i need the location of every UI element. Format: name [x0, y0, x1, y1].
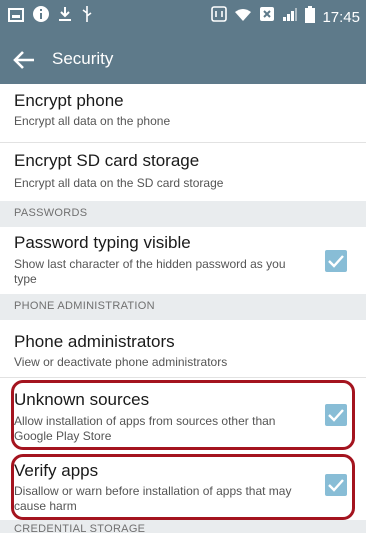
- phone-administrators-title: Phone administrators: [14, 332, 175, 351]
- encrypt-sd-item[interactable]: Encrypt SD card storage Encrypt all data…: [0, 143, 366, 201]
- password-visible-summary: Show last character of the hidden passwo…: [14, 257, 286, 286]
- section-phone-administration-label: PHONE ADMINISTRATION: [14, 300, 155, 312]
- unknown-sources-title: Unknown sources: [14, 390, 150, 409]
- screenshot-icon: [8, 6, 24, 30]
- verify-apps-title: Verify apps: [14, 461, 99, 480]
- divider: [0, 377, 366, 378]
- encrypt-phone-summary: Encrypt all data on the phone: [14, 114, 171, 128]
- section-credential-storage-label: CREDENTIAL STORAGE: [14, 523, 146, 533]
- section-passwords: PASSWORDS: [0, 201, 366, 227]
- encrypt-phone-title: Encrypt phone: [14, 91, 124, 110]
- encrypt-sd-summary: Encrypt all data on the SD card storage: [14, 176, 224, 190]
- status-time: 17:45: [322, 9, 360, 26]
- unknown-sources-summary: Allow installation of apps from sources …: [14, 414, 276, 443]
- app-bar: Security: [0, 36, 366, 84]
- unknown-sources-checkbox[interactable]: [325, 404, 347, 426]
- section-phone-administration: PHONE ADMINISTRATION: [0, 294, 366, 320]
- signal-icon: [282, 6, 298, 30]
- verify-apps-checkbox[interactable]: [325, 474, 347, 496]
- data-saver-icon: [259, 6, 275, 30]
- encrypt-sd-title: Encrypt SD card storage: [14, 151, 200, 170]
- page-title: Security: [52, 49, 114, 68]
- status-bar: 17:45: [0, 0, 366, 36]
- nfc-icon: [211, 6, 228, 30]
- unknown-sources-item[interactable]: Unknown sources Allow installation of ap…: [0, 380, 366, 450]
- phone-administrators-item[interactable]: Phone administrators View or deactivate …: [0, 320, 366, 376]
- usb-icon: [81, 5, 93, 31]
- section-passwords-label: PASSWORDS: [14, 207, 88, 219]
- encrypt-phone-item[interactable]: Encrypt phone Encrypt all data on the ph…: [0, 84, 366, 142]
- back-arrow-icon[interactable]: [10, 44, 38, 76]
- verify-apps-item[interactable]: Verify apps Disallow or warn before inst…: [0, 454, 366, 520]
- phone-administrators-summary: View or deactivate phone administrators: [14, 355, 228, 369]
- password-visible-title: Password typing visible: [14, 233, 191, 252]
- battery-icon: [305, 5, 316, 31]
- password-visible-item[interactable]: Password typing visible Show last charac…: [0, 227, 366, 293]
- verify-apps-summary: Disallow or warn before installation of …: [14, 484, 292, 513]
- wifi-icon: [234, 6, 252, 30]
- download-icon: [58, 6, 72, 30]
- password-visible-checkbox[interactable]: [325, 250, 347, 272]
- info-icon: [33, 6, 49, 30]
- section-credential-storage: CREDENTIAL STORAGE: [0, 520, 366, 533]
